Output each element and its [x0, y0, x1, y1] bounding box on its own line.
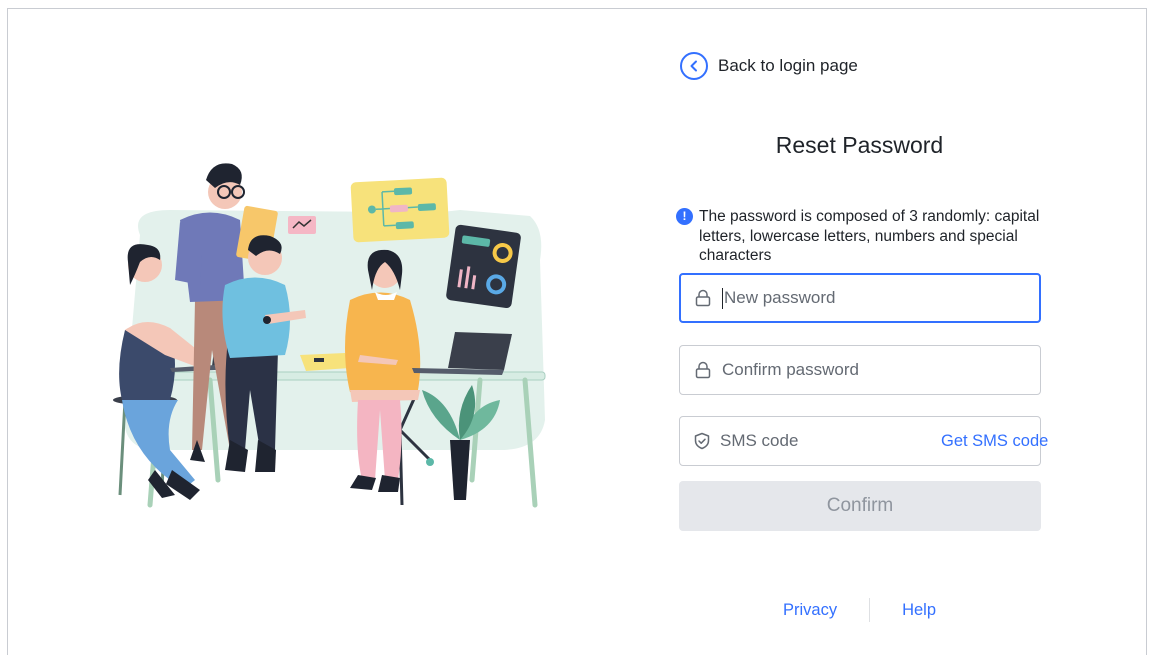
- new-password-field[interactable]: [679, 273, 1041, 323]
- footer-divider: [869, 598, 871, 622]
- back-to-login-link[interactable]: Back to login page: [680, 52, 858, 80]
- confirm-password-field[interactable]: [679, 345, 1041, 395]
- chevron-left-icon: [680, 52, 708, 80]
- password-rule-notice: ! The password is composed of 3 randomly…: [676, 207, 1046, 266]
- info-icon: !: [676, 208, 693, 225]
- new-password-input[interactable]: [724, 288, 1039, 308]
- sms-code-field[interactable]: Get SMS code: [679, 416, 1048, 466]
- help-link[interactable]: Help: [902, 601, 936, 620]
- shield-check-icon: [693, 431, 711, 451]
- reset-password-panel: Back to login page Reset Password ! The …: [672, 0, 1048, 655]
- get-sms-code-button[interactable]: Get SMS code: [941, 432, 1048, 451]
- team-illustration: [113, 163, 546, 508]
- confirm-button[interactable]: Confirm: [679, 481, 1041, 531]
- confirm-password-input[interactable]: [722, 360, 1040, 380]
- footer-links: Privacy Help: [672, 598, 1047, 622]
- text-cursor: [722, 287, 723, 309]
- lock-icon: [693, 288, 713, 308]
- lock-icon: [693, 360, 713, 380]
- sms-code-input[interactable]: [720, 431, 941, 451]
- page-title: Reset Password: [775, 132, 944, 158]
- back-to-login-label: Back to login page: [718, 56, 858, 75]
- privacy-link[interactable]: Privacy: [783, 601, 837, 620]
- password-rule-text: The password is composed of 3 randomly: …: [699, 208, 1040, 264]
